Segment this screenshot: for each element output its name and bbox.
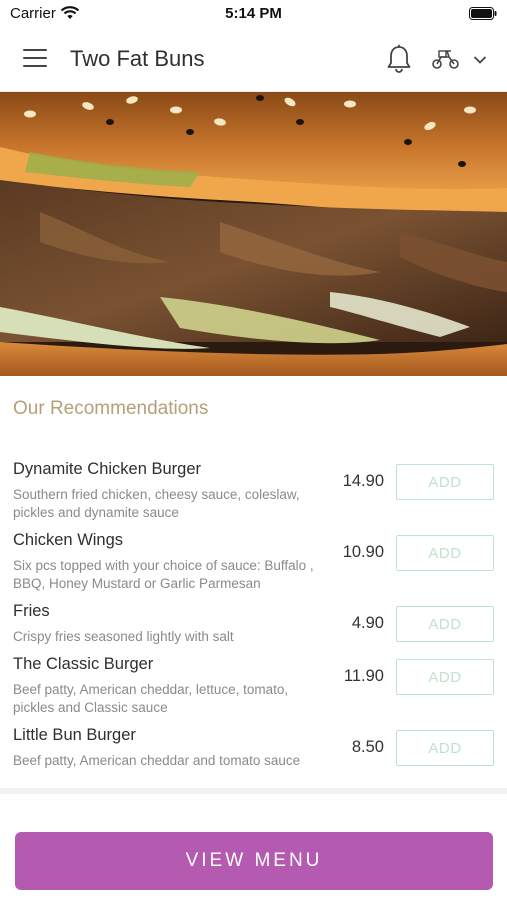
add-to-cart-button[interactable]: ADD [396, 535, 494, 571]
item-price: 4.90 [351, 614, 384, 632]
item-description: Beef patty, American cheddar, lettuce, t… [13, 682, 289, 715]
item-name: The Classic Burger [13, 655, 154, 673]
item-price: 11.90 [343, 667, 384, 685]
battery-icon [469, 7, 497, 20]
delivery-scooter-icon[interactable] [431, 48, 461, 70]
item-description: Beef patty, American cheddar and tomato … [13, 753, 301, 768]
item-description: Crispy fries seasoned lightly with salt [13, 629, 234, 644]
menu-item: Fries Crispy fries seasoned lightly with… [0, 602, 507, 655]
item-description: Southern fried chicken, cheesy sauce, co… [13, 487, 300, 520]
menu-item: Dynamite Chicken Burger Southern fried c… [0, 460, 507, 531]
hero-burger-image [0, 92, 507, 376]
item-price: 8.50 [351, 738, 384, 756]
add-to-cart-button[interactable]: ADD [396, 659, 494, 695]
chevron-down-icon[interactable] [473, 55, 487, 65]
recommendations-list: Dynamite Chicken Burger Southern fried c… [0, 460, 507, 779]
item-name: Dynamite Chicken Burger [13, 460, 201, 478]
restaurant-title: Two Fat Buns [70, 46, 205, 71]
add-to-cart-button[interactable]: ADD [396, 606, 494, 642]
status-time: 5:14 PM [225, 5, 282, 22]
item-description: Six pcs topped with your choice of sauce… [13, 558, 314, 591]
recommendations-heading: Our Recommendations [13, 398, 209, 419]
app-header: Two Fat Buns [0, 26, 507, 92]
add-to-cart-button[interactable]: ADD [396, 464, 494, 500]
hamburger-menu-icon[interactable] [23, 49, 47, 69]
item-price: 10.90 [342, 543, 384, 561]
menu-item: The Classic Burger Beef patty, American … [0, 655, 507, 726]
bell-icon[interactable] [386, 44, 412, 74]
section-divider [0, 788, 507, 794]
item-name: Fries [13, 602, 50, 620]
item-name: Chicken Wings [13, 531, 124, 549]
view-menu-button[interactable]: VIEW MENU [15, 832, 493, 890]
menu-item: Little Bun Burger Beef patty, American c… [0, 726, 507, 779]
item-name: Little Bun Burger [13, 726, 136, 744]
status-bar: Carrier 5:14 PM [0, 0, 507, 26]
add-to-cart-button[interactable]: ADD [396, 730, 494, 766]
item-price: 14.90 [342, 472, 384, 490]
menu-item: Chicken Wings Six pcs topped with your c… [0, 531, 507, 602]
